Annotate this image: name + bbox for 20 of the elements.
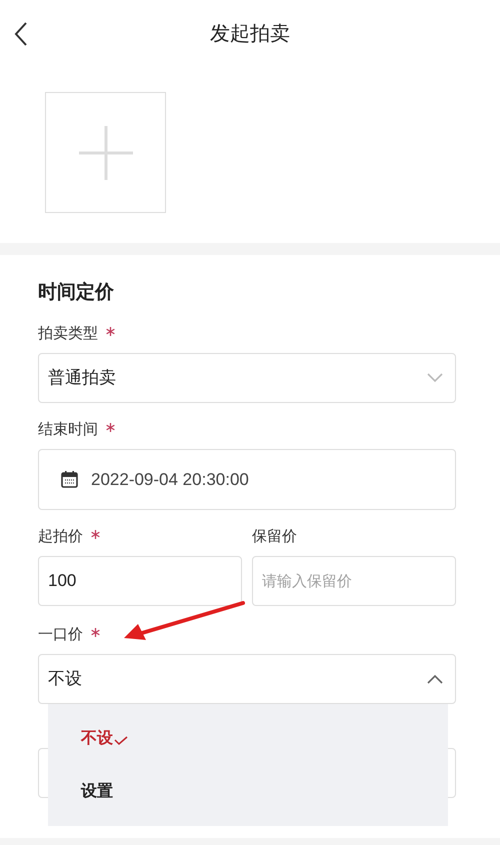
- chevron-down-icon: [427, 373, 443, 383]
- field-label: 起拍价: [38, 526, 83, 547]
- section-title: 时间定价: [38, 280, 115, 305]
- select-field[interactable]: 不设: [38, 654, 456, 704]
- dropdown-option[interactable]: 设置: [48, 765, 448, 818]
- checkmark-icon: [114, 736, 128, 746]
- plus-icon: [78, 126, 132, 180]
- field-label: 拍卖类型: [38, 324, 98, 344]
- date-field[interactable]: 2022-09-04 20:30:00: [38, 449, 456, 510]
- field-label: 保留价: [252, 526, 297, 547]
- price-input[interactable]: 请输入保留价: [252, 556, 456, 606]
- back-icon[interactable]: [14, 22, 28, 46]
- calendar-icon: [61, 471, 78, 488]
- price-input[interactable]: 100: [38, 556, 242, 606]
- field-label: 结束时间: [38, 420, 98, 440]
- select-field[interactable]: 普通拍卖: [38, 353, 456, 403]
- page-title: 发起拍卖: [210, 22, 290, 47]
- chevron-up-icon: [427, 674, 443, 684]
- dropdown-option[interactable]: 不设: [48, 712, 448, 765]
- field-label: 一口价: [38, 624, 83, 645]
